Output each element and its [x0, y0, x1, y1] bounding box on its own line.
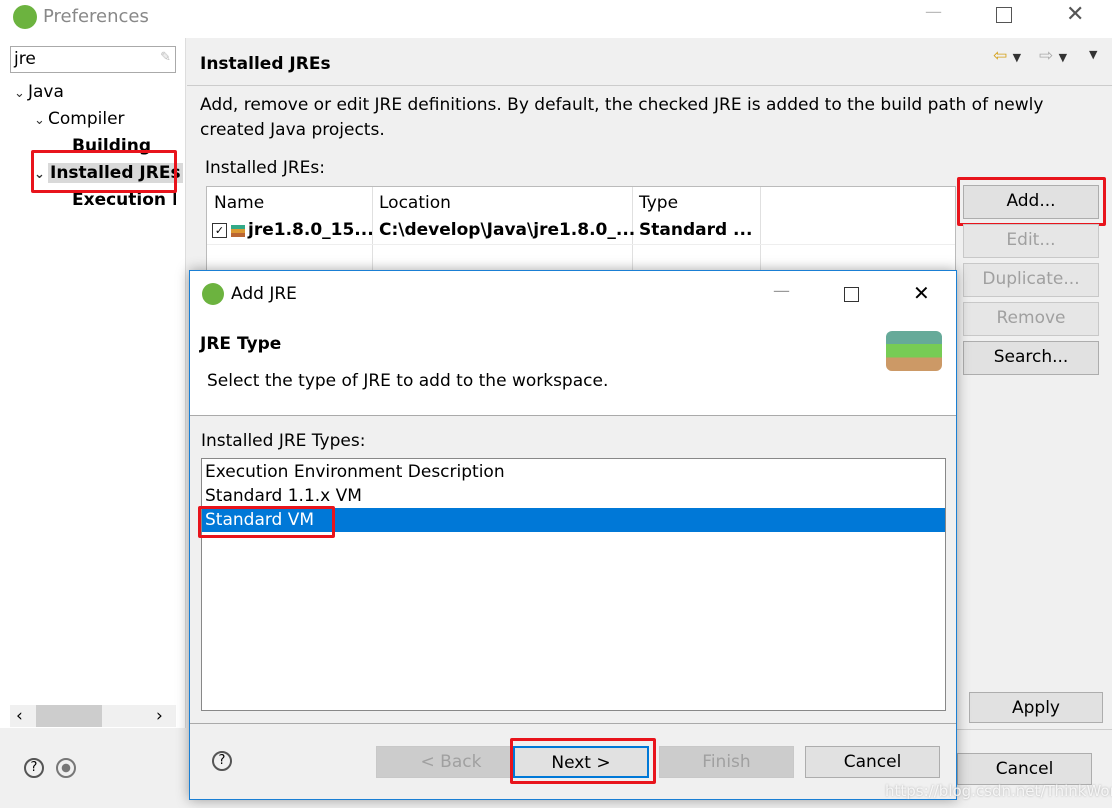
- column-header-type[interactable]: Type: [639, 193, 678, 213]
- spring-leaf-icon: [202, 283, 224, 305]
- row-checkbox[interactable]: ✓: [212, 223, 227, 238]
- filter-input[interactable]: jre ✎: [10, 46, 176, 73]
- table-row[interactable]: ✓ jre1.8.0_15... C:\develop\Java\jre1.8.…: [207, 217, 955, 245]
- title-bar: Preferences — ✕: [0, 0, 1112, 38]
- dialog-maximize-button[interactable]: [844, 287, 859, 302]
- highlight-box: [31, 150, 177, 193]
- cancel-button[interactable]: Cancel: [957, 753, 1092, 785]
- forward-nav-icon[interactable]: ⇨ ▼: [1039, 46, 1067, 66]
- page-description: Add, remove or edit JRE definitions. By …: [200, 95, 1044, 140]
- page-title: Installed JREs: [200, 54, 331, 74]
- jre-table: Name Location Type ✓ jre1.8.0_15... C:\d…: [206, 186, 956, 277]
- horizontal-scrollbar[interactable]: ‹ ›: [10, 705, 176, 727]
- tree-item-java[interactable]: ⌄ Java: [14, 82, 64, 102]
- import-export-icon[interactable]: [56, 758, 76, 778]
- menu-icon[interactable]: ▼: [1089, 48, 1097, 61]
- highlight-box: [957, 177, 1106, 226]
- dialog-cancel-button[interactable]: Cancel: [805, 746, 940, 778]
- divider: [955, 729, 1112, 730]
- back-nav-icon[interactable]: ⇦ ▼: [993, 46, 1021, 66]
- tree-item-execution-environments[interactable]: Execution E: [72, 190, 176, 210]
- dialog-minimize-button[interactable]: —: [773, 281, 790, 301]
- column-header-location[interactable]: Location: [379, 193, 451, 213]
- cell-location: C:\develop\Java\jre1.8.0_...: [379, 220, 636, 240]
- spring-leaf-icon: [13, 5, 37, 29]
- column-header-name[interactable]: Name: [214, 193, 264, 213]
- list-item[interactable]: Standard 1.1.x VM: [205, 486, 362, 506]
- dialog-subtitle: Select the type of JRE to add to the wor…: [207, 371, 609, 391]
- tree-label: Java: [28, 82, 64, 102]
- help-icon[interactable]: ?: [212, 751, 232, 771]
- tree-item-compiler[interactable]: ⌄ Compiler: [34, 109, 125, 129]
- highlight-box: [510, 738, 656, 784]
- chevron-down-icon: ⌄: [14, 86, 25, 101]
- cell-type: Standard ...: [639, 220, 753, 240]
- jre-icon: [231, 225, 245, 237]
- table-label: Installed JREs:: [205, 158, 325, 178]
- jre-books-icon: [886, 331, 942, 371]
- scroll-right-icon[interactable]: ›: [156, 706, 163, 726]
- apply-button[interactable]: Apply: [969, 692, 1103, 723]
- dialog-close-button[interactable]: ✕: [913, 281, 930, 305]
- remove-button[interactable]: Remove: [963, 302, 1099, 336]
- back-button[interactable]: < Back: [376, 746, 526, 778]
- close-button[interactable]: ✕: [1066, 2, 1084, 27]
- jre-types-list[interactable]: Execution Environment Description Standa…: [201, 458, 946, 711]
- dialog-title-bar: Add JRE — ✕: [190, 271, 956, 317]
- search-button[interactable]: Search...: [963, 341, 1099, 375]
- types-list-label: Installed JRE Types:: [201, 431, 366, 451]
- duplicate-button[interactable]: Duplicate...: [963, 263, 1099, 297]
- dialog-heading: JRE Type: [200, 334, 282, 354]
- finish-button[interactable]: Finish: [659, 746, 794, 778]
- filter-value: jre: [14, 49, 36, 69]
- cell-name: jre1.8.0_15...: [248, 220, 374, 240]
- dialog-title: Add JRE: [231, 284, 297, 304]
- highlight-box: [198, 506, 335, 538]
- watermark: https://blog.csdn.net/ThinkWon: [885, 782, 1112, 800]
- add-jre-dialog: Add JRE — ✕ JRE Type Select the type of …: [189, 270, 957, 800]
- page-header: Installed JREs ⇦ ▼ ⇨ ▼ ▼: [187, 38, 1112, 86]
- tree-label: Execution E: [72, 190, 176, 210]
- chevron-down-icon: ⌄: [34, 113, 45, 128]
- window-title: Preferences: [43, 6, 149, 27]
- divider: [190, 723, 956, 724]
- edit-button[interactable]: Edit...: [963, 224, 1099, 258]
- scroll-left-icon[interactable]: ‹: [16, 706, 23, 726]
- minimize-button[interactable]: —: [925, 2, 942, 22]
- clear-filter-icon[interactable]: ✎: [160, 50, 171, 65]
- scroll-thumb[interactable]: [36, 705, 102, 727]
- maximize-button[interactable]: [996, 7, 1012, 23]
- tree-label: Compiler: [48, 109, 125, 129]
- list-item[interactable]: Execution Environment Description: [205, 462, 505, 482]
- dialog-header: JRE Type Select the type of JRE to add t…: [190, 317, 956, 416]
- help-icon[interactable]: ?: [24, 758, 44, 778]
